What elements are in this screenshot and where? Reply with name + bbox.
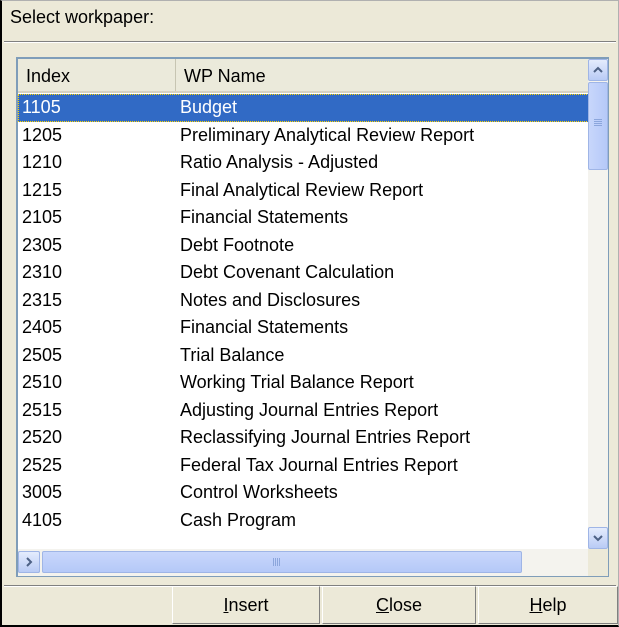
scroll-up-button[interactable] [588,59,608,81]
row-wp-name-cell: Trial Balance [180,344,285,365]
row-wp-name-cell: Financial Statements [180,317,349,337]
close-button[interactable]: Close [322,586,476,624]
row-index-cell: 2520 [22,427,63,447]
scroll-grip [273,558,281,566]
table-row[interactable]: 1205 Preliminary Analytical Review Report [18,122,591,150]
row-index-cell: 2525 [22,454,63,475]
table-row[interactable]: 2520 Reclassifying Journal Entries Report [18,424,591,452]
table-row[interactable]: 2305 Debt Footnote [18,232,591,260]
list-header: Index WP Name [18,59,591,93]
row-index-cell: 2105 [22,207,63,227]
table-row[interactable]: 2505 Trial Balance [18,342,591,370]
help-mnemonic: H [529,594,543,615]
row-wp-name-cell: Control Worksheets [180,482,338,502]
row-wp-name-cell: Budget [180,97,238,117]
table-row[interactable]: 2405 Financial Statements [18,314,591,342]
row-index-cell: 2315 [22,289,63,310]
row-wp-name-cell: Preliminary Analytical Review Report [180,124,475,145]
row-index-cell: 1105 [22,97,61,117]
top-divider [4,41,616,43]
row-index-cell: 2515 [22,399,63,420]
table-row[interactable]: 2310 Debt Covenant Calculation [18,259,591,287]
vertical-scrollbar[interactable] [588,59,608,549]
workpaper-list[interactable]: Index WP Name 1105 Budget 1205 Preliminary … [16,57,609,577]
row-index-cell: 1205 [22,124,63,145]
scrollbar-corner [588,549,608,576]
table-row[interactable]: 2525 Federal Tax Journal Entries Report [18,452,591,480]
row-wp-name-cell: Final Analytical Review Report [180,179,424,200]
table-row[interactable]: 2315 Notes and Disclosures [18,287,591,315]
row-wp-name-cell: Working Trial Balance Report [180,372,414,392]
column-header-wp-name[interactable]: WP Name [176,59,591,91]
insert-button[interactable]: Insert [172,586,320,624]
row-index-cell: 2505 [22,344,63,365]
row-index-cell: 3005 [22,482,63,502]
table-row[interactable]: 2510 Working Trial Balance Report [18,369,591,397]
help-button[interactable]: Help [478,586,618,624]
row-index-cell: 4105 [22,509,63,530]
close-label: lose [388,594,423,615]
horizontal-scroll-thumb[interactable] [42,551,522,573]
table-row[interactable]: 1105 Budget [18,94,591,122]
row-wp-name-cell: Financial Statements [180,207,349,227]
row-index-cell: 1215 [22,179,63,200]
row-wp-name-cell: Debt Covenant Calculation [180,262,395,282]
column-header-index[interactable]: Index [18,59,176,91]
scroll-right-arrow-icon [26,557,33,567]
row-wp-name-cell: Adjusting Journal Entries Report [180,399,439,420]
row-index-cell: 1210 [22,152,63,172]
row-index-cell: 2305 [22,234,63,255]
row-wp-name-cell: Reclassifying Journal Entries Report [180,427,471,447]
row-wp-name-cell: Cash Program [180,509,297,530]
insert-label: nsert [228,594,269,615]
select-workpaper-label: Select workpaper: [10,7,155,27]
scroll-grip [594,119,602,127]
table-row[interactable]: 4105 Cash Program [18,507,591,535]
vertical-scroll-thumb[interactable] [588,82,608,170]
row-wp-name-cell: Notes and Disclosures [180,289,361,310]
scroll-down-button[interactable] [588,527,608,549]
row-index-cell: 2310 [22,262,63,282]
close-mnemonic: C [375,594,389,615]
table-row[interactable]: 2105 Financial Statements [18,204,591,232]
row-wp-name-cell: Debt Footnote [180,234,295,255]
row-wp-name-cell: Federal Tax Journal Entries Report [180,454,458,475]
table-row[interactable]: 3005 Control Worksheets [18,479,591,507]
scroll-up-arrow-icon [593,66,603,73]
help-label: elp [542,594,567,615]
table-row[interactable]: 2515 Adjusting Journal Entries Report [18,397,591,425]
row-wp-name-cell: Ratio Analysis - Adjusted [180,152,379,172]
row-index-cell: 2405 [22,317,63,337]
list-rows: 1105 Budget 1205 Preliminary Analytical Rev… [18,94,591,549]
table-row[interactable]: 1215 Final Analytical Review Report [18,177,591,205]
row-index-cell: 2510 [22,372,63,392]
select-workpaper-dialog: Select workpaper: Index WP Name 1105 Budg… [0,0,619,627]
table-row[interactable]: 1210 Ratio Analysis - Adjusted [18,149,591,177]
horizontal-scrollbar[interactable] [18,549,591,576]
scroll-right-button[interactable] [18,551,40,573]
scroll-down-arrow-icon [593,535,603,542]
